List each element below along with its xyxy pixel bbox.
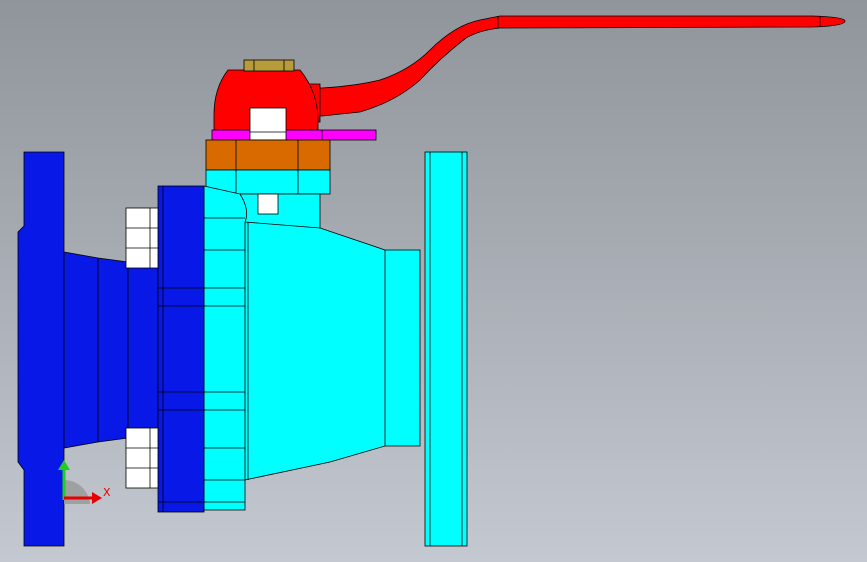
stop-plate — [211, 129, 377, 141]
cad-viewport[interactable]: X — [0, 0, 867, 562]
triad-x-label: X — [103, 486, 111, 499]
right-flange — [424, 151, 468, 547]
stem-nut — [249, 107, 287, 141]
gland-nut — [205, 139, 331, 171]
stem-top — [243, 59, 295, 72]
bolt-upper — [125, 207, 159, 269]
stem-bolt — [257, 193, 279, 215]
bolt-lower — [125, 427, 159, 489]
